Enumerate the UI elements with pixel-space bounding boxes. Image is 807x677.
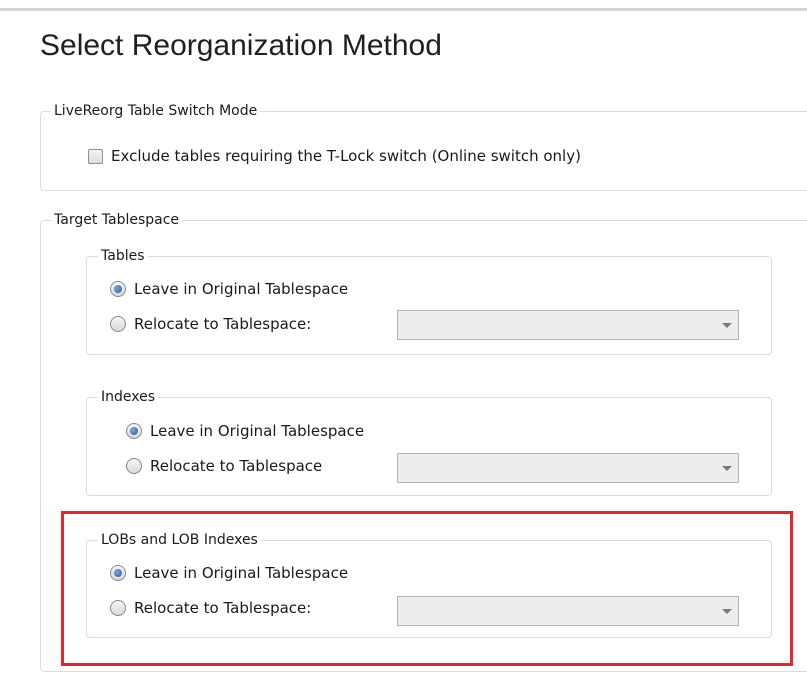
switch-mode-group: LiveReorg Table Switch Mode Exclude tabl… [40,102,807,191]
switch-mode-legend: LiveReorg Table Switch Mode [51,102,261,120]
tables-leave-label: Leave in Original Tablespace [134,280,349,298]
exclude-tlock-option[interactable]: Exclude tables requiring the T-Lock swit… [88,147,581,165]
target-tablespace-legend: Target Tablespace [51,211,183,229]
top-divider [0,8,807,11]
indexes-legend: Indexes [98,388,159,406]
indexes-leave-label: Leave in Original Tablespace [150,422,365,440]
tables-relocate-label: Relocate to Tablespace: [134,315,312,333]
indexes-relocate-label: Relocate to Tablespace [150,457,323,475]
tables-legend: Tables [98,247,148,265]
tables-leave-radio[interactable] [110,281,126,297]
tables-leave-option[interactable]: Leave in Original Tablespace [110,280,348,298]
page-title: Select Reorganization Method [40,29,442,62]
indexes-relocate-radio[interactable] [126,458,142,474]
chevron-down-icon [722,323,732,328]
indexes-tablespace-dropdown[interactable] [397,453,739,483]
chevron-down-icon [722,466,732,471]
highlight-box [61,511,793,666]
indexes-relocate-option[interactable]: Relocate to Tablespace [126,457,322,475]
tables-group: Tables Leave in Original Tablespace Relo… [86,247,772,355]
exclude-tlock-label: Exclude tables requiring the T-Lock swit… [111,147,581,165]
indexes-group: Indexes Leave in Original Tablespace Rel… [86,388,772,496]
indexes-leave-radio[interactable] [126,423,142,439]
tables-relocate-radio[interactable] [110,316,126,332]
indexes-leave-option[interactable]: Leave in Original Tablespace [126,422,364,440]
tables-relocate-option[interactable]: Relocate to Tablespace: [110,315,311,333]
exclude-tlock-checkbox[interactable] [88,148,103,164]
tables-tablespace-dropdown[interactable] [397,310,739,340]
